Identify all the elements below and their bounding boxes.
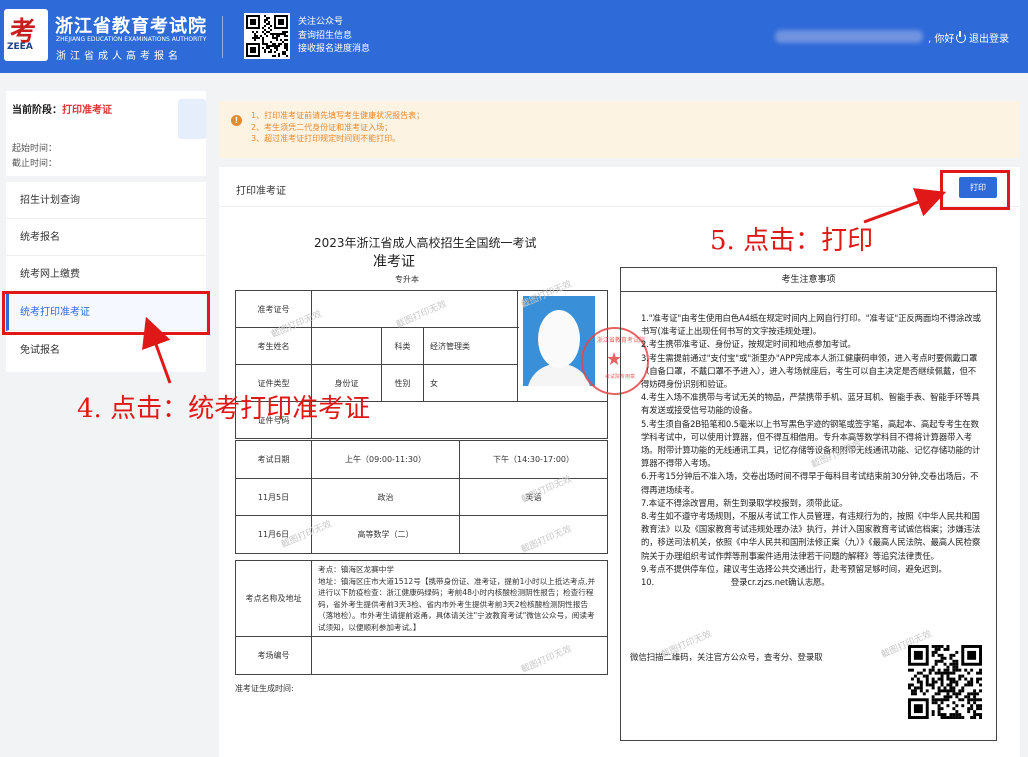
arrow-to-print (863, 188, 947, 224)
arrow-to-sidebar (142, 316, 172, 384)
callout-step4: 4. 点击：统考打印准考证 (77, 394, 371, 424)
callout-arrows (142, 188, 947, 384)
callout-step5: 5. 点击：打印 (710, 226, 874, 256)
